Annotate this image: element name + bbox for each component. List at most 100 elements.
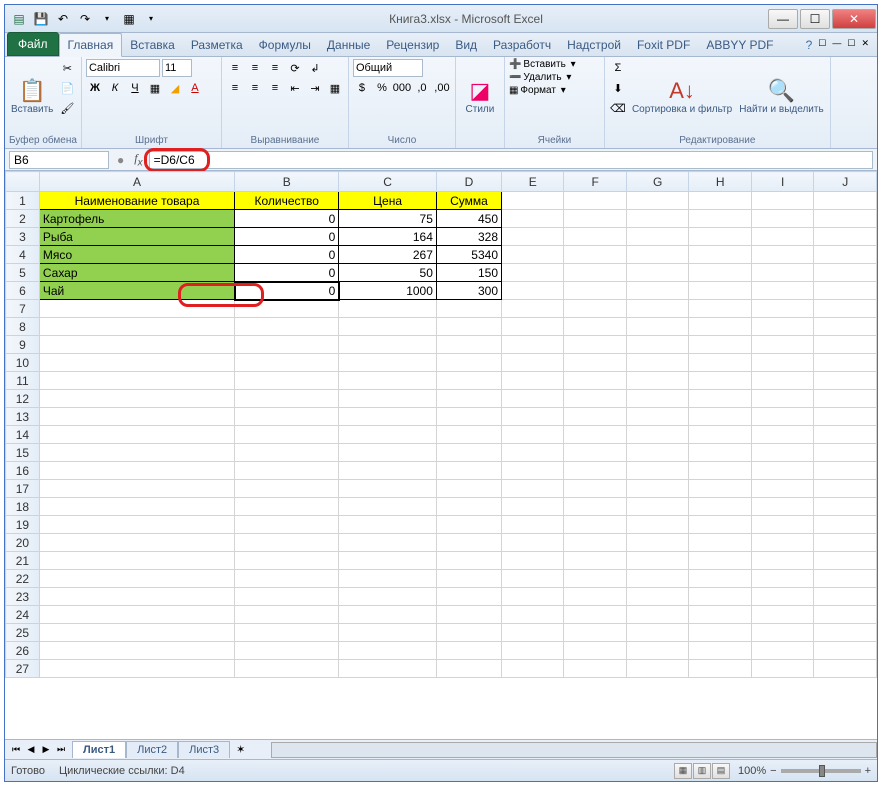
cell-B24[interactable] <box>235 606 339 624</box>
cell-C27[interactable] <box>339 660 437 678</box>
fill-color-button[interactable]: ◢ <box>166 79 184 97</box>
cell-H25[interactable] <box>689 624 751 642</box>
cell-I4[interactable] <box>751 246 813 264</box>
cell-H7[interactable] <box>689 300 751 318</box>
cell-B14[interactable] <box>235 426 339 444</box>
help-icon[interactable]: ? <box>806 38 813 52</box>
cell-C6[interactable]: 1000 <box>339 282 437 300</box>
cell-B13[interactable] <box>235 408 339 426</box>
cell-H6[interactable] <box>689 282 751 300</box>
sheet-first-icon[interactable]: ⏮ <box>9 744 23 755</box>
hscroll[interactable] <box>271 742 877 758</box>
cell-F9[interactable] <box>564 336 626 354</box>
cell-F1[interactable] <box>564 192 626 210</box>
border-button[interactable]: ▦ <box>146 79 164 97</box>
cell-A18[interactable] <box>39 498 234 516</box>
cell-H5[interactable] <box>689 264 751 282</box>
cell-H27[interactable] <box>689 660 751 678</box>
cell-E10[interactable] <box>502 354 564 372</box>
col-header-D[interactable]: D <box>436 172 501 192</box>
cell-G1[interactable] <box>626 192 688 210</box>
cell-E2[interactable] <box>502 210 564 228</box>
cell-J8[interactable] <box>814 318 877 336</box>
bold-button[interactable]: Ж <box>86 79 104 97</box>
cell-G10[interactable] <box>626 354 688 372</box>
cell-I6[interactable] <box>751 282 813 300</box>
cell-A10[interactable] <box>39 354 234 372</box>
cell-C14[interactable] <box>339 426 437 444</box>
cell-H18[interactable] <box>689 498 751 516</box>
row-header-26[interactable]: 26 <box>6 642 40 660</box>
cell-C24[interactable] <box>339 606 437 624</box>
align-right-icon[interactable]: ≡ <box>266 79 284 97</box>
cell-E16[interactable] <box>502 462 564 480</box>
row-header-3[interactable]: 3 <box>6 228 40 246</box>
format-cells-button[interactable]: ▦Формат ▾ <box>509 85 600 96</box>
cell-J18[interactable] <box>814 498 877 516</box>
insert-cells-button[interactable]: ➕Вставить ▾ <box>509 59 600 70</box>
cell-E25[interactable] <box>502 624 564 642</box>
cell-B2[interactable]: 0 <box>235 210 339 228</box>
cell-F13[interactable] <box>564 408 626 426</box>
row-header-25[interactable]: 25 <box>6 624 40 642</box>
cell-J9[interactable] <box>814 336 877 354</box>
cell-J19[interactable] <box>814 516 877 534</box>
cell-E19[interactable] <box>502 516 564 534</box>
cell-D7[interactable] <box>436 300 501 318</box>
cell-D4[interactable]: 5340 <box>436 246 501 264</box>
cell-J2[interactable] <box>814 210 877 228</box>
cell-H8[interactable] <box>689 318 751 336</box>
cell-C4[interactable]: 267 <box>339 246 437 264</box>
cell-A8[interactable] <box>39 318 234 336</box>
cell-D5[interactable]: 150 <box>436 264 501 282</box>
sheet-tab-1[interactable]: Лист1 <box>72 741 126 758</box>
cell-E27[interactable] <box>502 660 564 678</box>
cell-F19[interactable] <box>564 516 626 534</box>
cell-I16[interactable] <box>751 462 813 480</box>
cell-D18[interactable] <box>436 498 501 516</box>
cell-G5[interactable] <box>626 264 688 282</box>
tab-formulas[interactable]: Формулы <box>251 34 319 56</box>
qat-dd-icon[interactable]: ▾ <box>141 9 161 29</box>
app-close-icon[interactable]: ✕ <box>861 38 869 52</box>
cell-H12[interactable] <box>689 390 751 408</box>
cell-J11[interactable] <box>814 372 877 390</box>
indent-inc-icon[interactable]: ⇥ <box>306 79 324 97</box>
cell-F4[interactable] <box>564 246 626 264</box>
cell-D14[interactable] <box>436 426 501 444</box>
cell-A12[interactable] <box>39 390 234 408</box>
cell-D13[interactable] <box>436 408 501 426</box>
row-header-9[interactable]: 9 <box>6 336 40 354</box>
cell-I25[interactable] <box>751 624 813 642</box>
view-layout-icon[interactable]: ▥ <box>693 763 711 779</box>
cell-C17[interactable] <box>339 480 437 498</box>
cell-H23[interactable] <box>689 588 751 606</box>
cell-E17[interactable] <box>502 480 564 498</box>
cell-I27[interactable] <box>751 660 813 678</box>
tab-view[interactable]: Вид <box>447 34 485 56</box>
cell-G6[interactable] <box>626 282 688 300</box>
cell-F14[interactable] <box>564 426 626 444</box>
cell-E24[interactable] <box>502 606 564 624</box>
cell-A9[interactable] <box>39 336 234 354</box>
cell-B12[interactable] <box>235 390 339 408</box>
cell-E1[interactable] <box>502 192 564 210</box>
cell-H17[interactable] <box>689 480 751 498</box>
cell-H10[interactable] <box>689 354 751 372</box>
cell-A16[interactable] <box>39 462 234 480</box>
cell-I24[interactable] <box>751 606 813 624</box>
cell-H11[interactable] <box>689 372 751 390</box>
name-box[interactable]: B6 <box>9 151 109 169</box>
cell-J22[interactable] <box>814 570 877 588</box>
col-header-H[interactable]: H <box>689 172 751 192</box>
col-header-I[interactable]: I <box>751 172 813 192</box>
cell-B3[interactable]: 0 <box>235 228 339 246</box>
cell-G8[interactable] <box>626 318 688 336</box>
app-restore-icon[interactable]: ☐ <box>847 38 855 52</box>
cell-I15[interactable] <box>751 444 813 462</box>
cell-B15[interactable] <box>235 444 339 462</box>
cell-G14[interactable] <box>626 426 688 444</box>
row-header-12[interactable]: 12 <box>6 390 40 408</box>
cell-C26[interactable] <box>339 642 437 660</box>
col-header-E[interactable]: E <box>502 172 564 192</box>
